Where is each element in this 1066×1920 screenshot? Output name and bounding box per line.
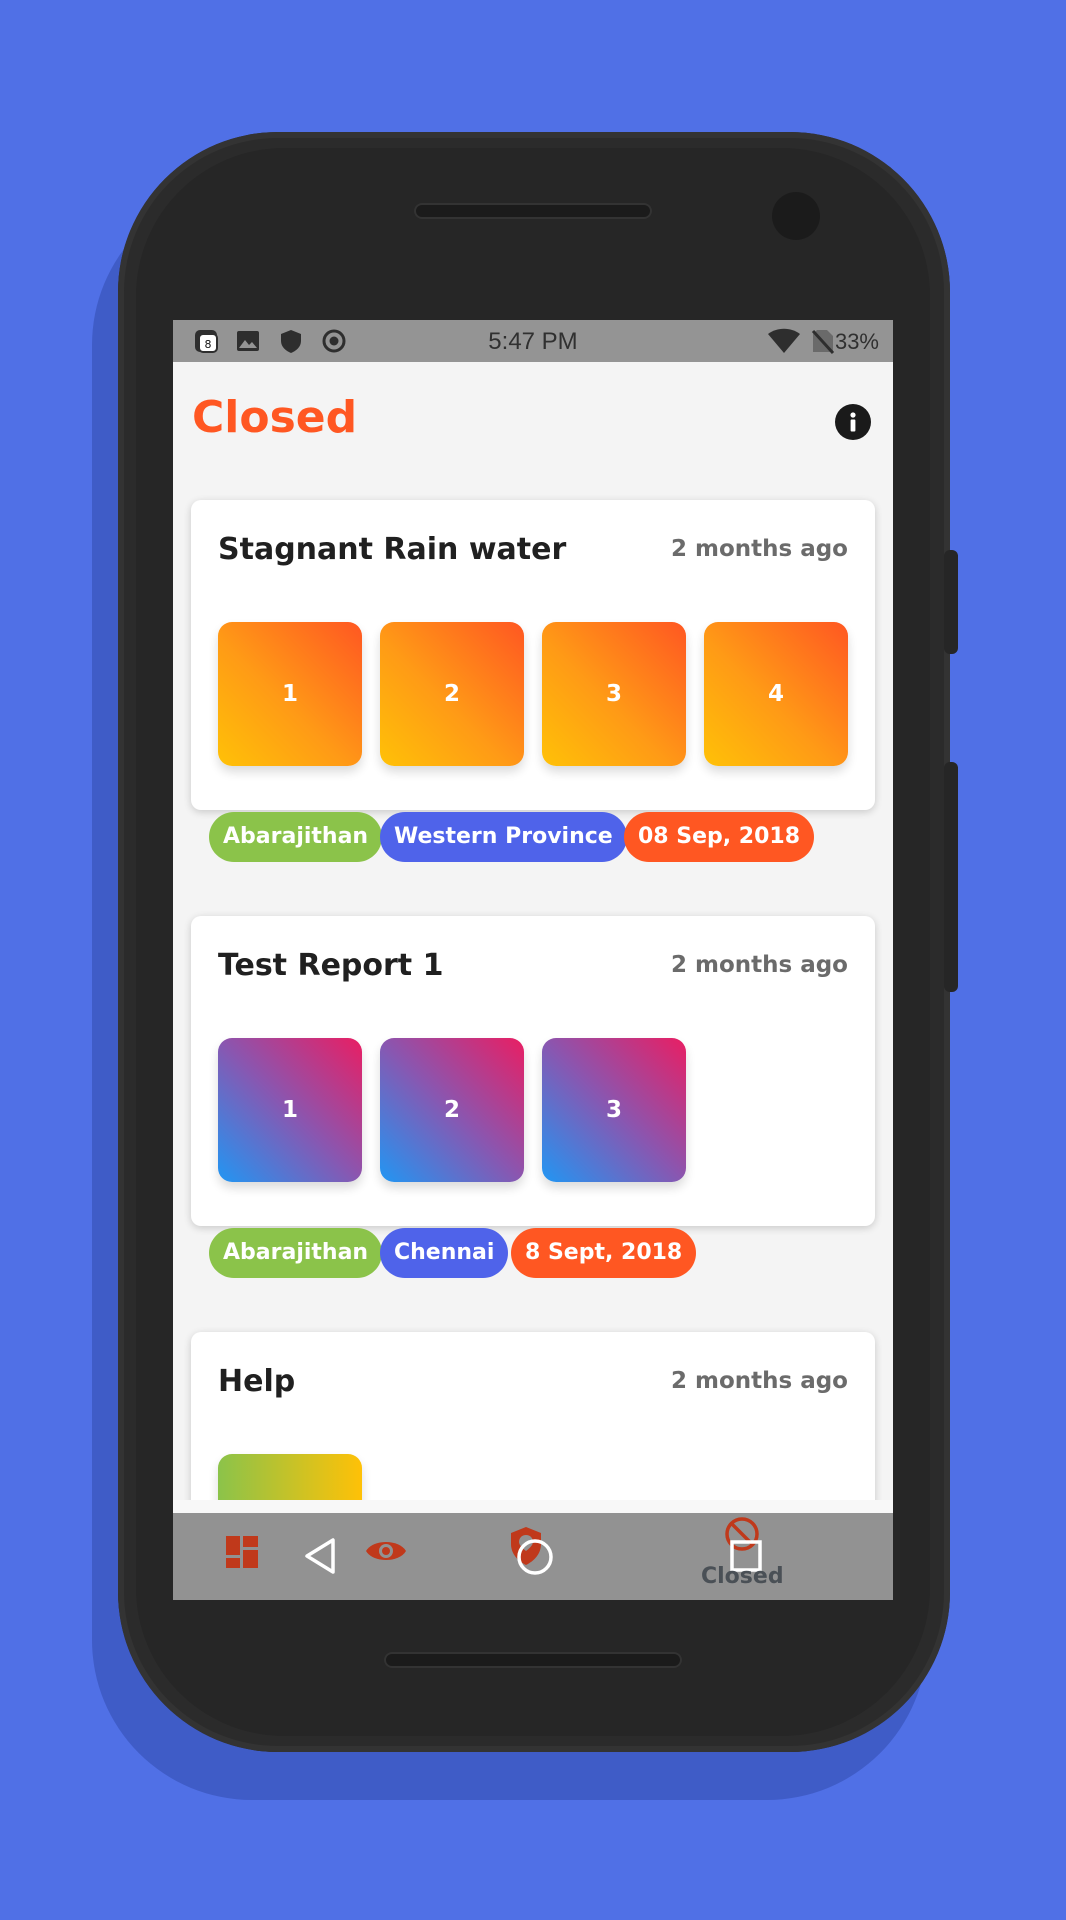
- report-image[interactable]: 1: [218, 622, 362, 766]
- volume-button: [944, 550, 958, 654]
- bottom-speaker: [384, 1652, 682, 1668]
- eye-icon[interactable]: [365, 1537, 407, 1569]
- wifi-icon: [767, 328, 801, 354]
- report-time: 2 months ago: [670, 536, 848, 562]
- report-card-stagnant-rain-water[interactable]: Stagnant Rain water 2 months ago 1 2 3 4…: [191, 500, 875, 862]
- report-image[interactable]: 2: [380, 1038, 524, 1182]
- status-bar: 8 5:47 PM 33%: [173, 320, 893, 362]
- report-image[interactable]: 3: [542, 622, 686, 766]
- report-image[interactable]: 1: [218, 1038, 362, 1182]
- home-icon[interactable]: [515, 1537, 555, 1581]
- report-image[interactable]: 4: [704, 622, 848, 766]
- report-title: Help: [218, 1364, 296, 1399]
- location-chip[interactable]: Western Province: [380, 812, 627, 862]
- report-title: Stagnant Rain water: [218, 532, 567, 567]
- bottom-nav-divider: [173, 1500, 893, 1514]
- date-chip[interactable]: 8 Sept, 2018: [511, 1228, 697, 1278]
- location-chip[interactable]: Chennai: [380, 1228, 509, 1278]
- report-card-test-report-1[interactable]: Test Report 1 2 months ago 1 2 3 Abaraji…: [191, 916, 875, 1278]
- back-icon[interactable]: [303, 1537, 337, 1579]
- power-button: [944, 762, 958, 992]
- dashboard-icon[interactable]: [225, 1535, 259, 1573]
- info-icon[interactable]: [835, 404, 871, 440]
- user-chip[interactable]: Abarajithan: [209, 812, 383, 862]
- report-image[interactable]: 3: [542, 1038, 686, 1182]
- battery-level: 33%: [834, 329, 879, 354]
- no-sim-icon: [811, 328, 835, 355]
- report-title: Test Report 1: [218, 948, 444, 983]
- bottom-nav-active-label: Closed: [701, 1564, 784, 1589]
- report-image[interactable]: 2: [380, 622, 524, 766]
- bottom-navigation: [173, 1513, 893, 1600]
- phone-screen: 8 5:47 PM 33% Closed Stagnant Rain water…: [173, 320, 893, 1600]
- report-time: 2 months ago: [670, 952, 848, 978]
- report-time: 2 months ago: [670, 1368, 848, 1394]
- page-title: Closed: [192, 392, 358, 443]
- front-camera: [772, 192, 820, 240]
- earpiece-speaker: [414, 203, 652, 219]
- date-chip[interactable]: 08 Sep, 2018: [624, 812, 815, 862]
- user-chip[interactable]: Abarajithan: [209, 1228, 383, 1278]
